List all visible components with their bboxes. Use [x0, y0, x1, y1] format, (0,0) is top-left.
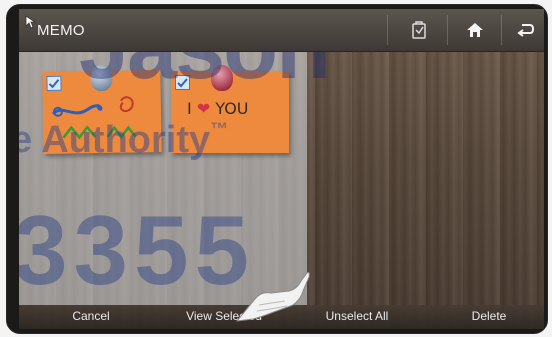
watermark-number: 3355: [19, 195, 256, 305]
app-title: MEMO: [37, 22, 85, 39]
watermark-authority-text: e Authority: [19, 119, 211, 161]
home-icon: [467, 23, 483, 37]
touch-hand-icon: [231, 269, 311, 329]
cancel-button[interactable]: Cancel: [61, 309, 121, 325]
heart-icon: ❤: [196, 99, 211, 118]
memo-edit-icon: [412, 21, 426, 39]
top-bar: MEMO: [19, 9, 544, 52]
back-icon: [517, 24, 534, 37]
back-button[interactable]: [505, 15, 544, 45]
unselect-all-button[interactable]: Unselect All: [317, 309, 397, 325]
toolbar-separator: [447, 15, 448, 45]
memo-screen: I ❤ YOU Jason e Authority™ 3355 MEMO Can…: [19, 9, 544, 329]
cursor-icon: [25, 15, 37, 29]
watermark-tm: ™: [210, 119, 229, 139]
memo-text: I ❤ YOU: [187, 99, 249, 118]
memo-text-line2: YOU: [215, 99, 249, 118]
delete-button[interactable]: Delete: [459, 309, 519, 325]
toolbar-separator: [501, 15, 502, 45]
watermark-authority: e Authority™: [19, 119, 228, 162]
home-button[interactable]: [455, 15, 495, 45]
memo-text-line1: I: [187, 99, 192, 118]
device-frame: I ❤ YOU Jason e Authority™ 3355 MEMO Can…: [6, 4, 548, 334]
toolbar-separator: [387, 15, 388, 45]
memo-edit-button[interactable]: [399, 15, 439, 45]
